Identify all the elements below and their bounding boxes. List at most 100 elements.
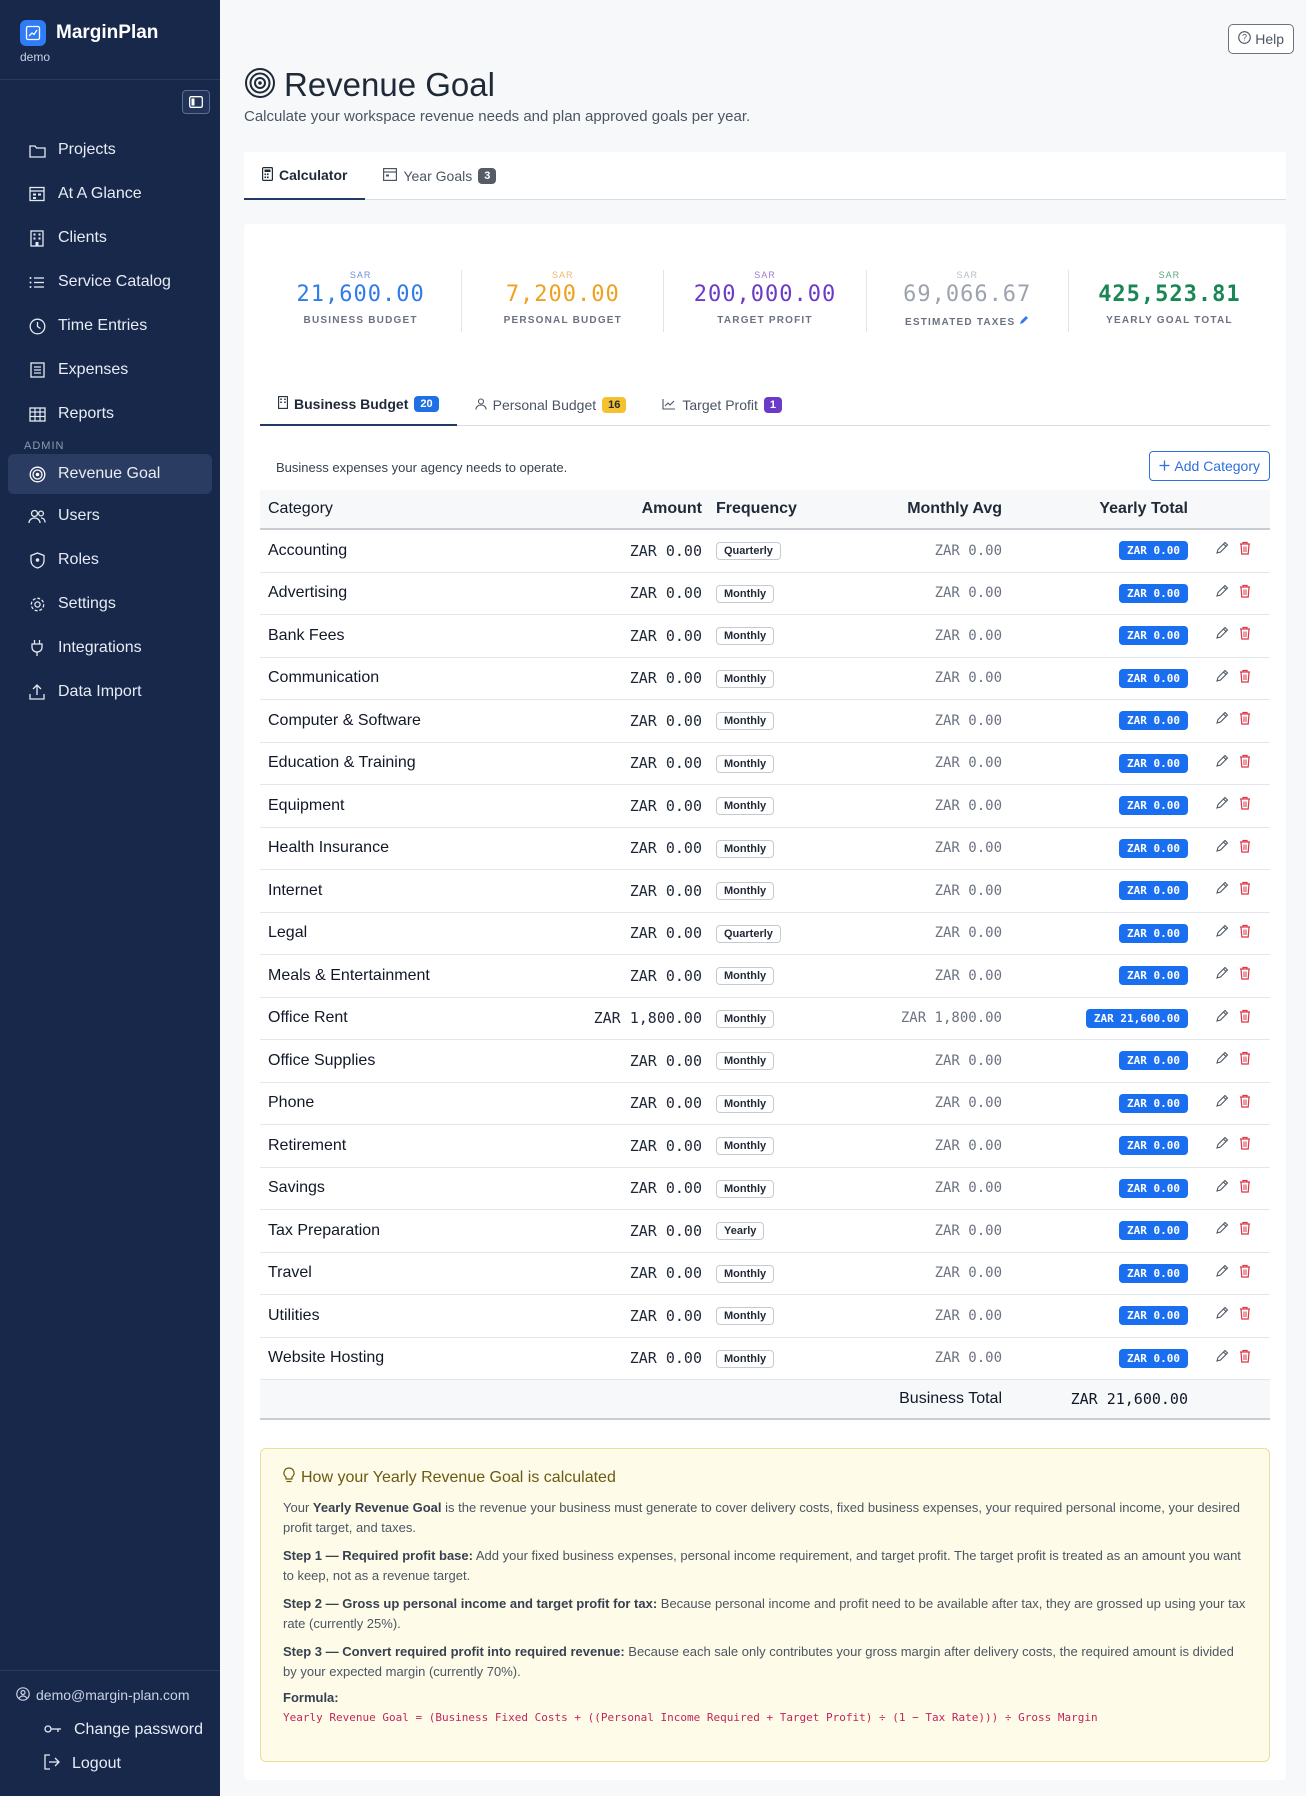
edit-pencil-icon[interactable] — [1215, 796, 1229, 815]
summary-stats: SAR 21,600.00 BUSINESS BUDGET SAR 7,200.… — [260, 270, 1270, 332]
row-yearly-cell: ZAR 0.00 — [1002, 1263, 1196, 1283]
sidebar-item-expenses[interactable]: Expenses — [0, 348, 220, 392]
delete-trash-icon[interactable] — [1239, 1051, 1251, 1070]
delete-trash-icon[interactable] — [1239, 1221, 1251, 1240]
row-frequency-cell: Monthly — [712, 796, 852, 816]
tab-personal-budget[interactable]: Personal Budget 16 — [457, 384, 645, 426]
delete-trash-icon[interactable] — [1239, 796, 1251, 815]
row-monthly-avg: ZAR 0.00 — [934, 585, 1002, 602]
formula-label: Formula: — [283, 1690, 339, 1705]
delete-trash-icon[interactable] — [1239, 839, 1251, 858]
row-amount: ZAR 0.00 — [629, 839, 702, 858]
delete-trash-icon[interactable] — [1239, 711, 1251, 730]
table-row: Meals & Entertainment ZAR 0.00 Monthly ZAR … — [260, 955, 1270, 998]
sidebar-item-settings[interactable]: Settings — [0, 582, 220, 626]
change-password-link[interactable]: Change password — [0, 1713, 220, 1747]
sidebar-item-users[interactable]: Users — [0, 494, 220, 538]
logout-icon — [44, 1753, 60, 1775]
sidebar-item-reports[interactable]: Reports — [0, 392, 220, 436]
row-category: Health Insurance — [268, 839, 389, 857]
collapse-sidebar-button[interactable] — [182, 90, 210, 114]
page-title: Revenue Goal — [284, 66, 495, 103]
add-category-button[interactable]: Add Category — [1149, 451, 1270, 481]
edit-pencil-icon[interactable] — [1215, 754, 1229, 773]
edit-pencil-icon[interactable] — [1215, 1094, 1229, 1113]
edit-pencil-icon[interactable] — [1215, 881, 1229, 900]
delete-trash-icon[interactable] — [1239, 1306, 1251, 1325]
col-amount[interactable]: Amount — [540, 500, 712, 518]
delete-trash-icon[interactable] — [1239, 1094, 1251, 1113]
row-monthly-avg: ZAR 0.00 — [934, 1180, 1002, 1197]
row-amount: ZAR 0.00 — [629, 1306, 702, 1325]
edit-pencil-icon[interactable] — [1215, 1306, 1229, 1325]
app-name[interactable]: MarginPlan — [56, 22, 158, 44]
logout-link[interactable]: Logout — [0, 1747, 220, 1781]
delete-trash-icon[interactable] — [1239, 754, 1251, 773]
tab-calculator[interactable]: Calculator — [244, 152, 366, 200]
edit-pencil-icon[interactable] — [1215, 1179, 1229, 1198]
tab-year-goals[interactable]: Year Goals 3 — [365, 152, 514, 200]
stat-label: PERSONAL BUDGET — [503, 315, 622, 326]
chart-trend-icon[interactable] — [20, 20, 46, 46]
edit-pencil-icon[interactable] — [1215, 1136, 1229, 1155]
sidebar-item-roles[interactable]: Roles — [0, 538, 220, 582]
col-category[interactable]: Category — [260, 500, 540, 518]
stat-yearly-goal-total: SAR 425,523.81 YEARLY GOAL TOTAL — [1069, 270, 1270, 332]
tab-business-budget[interactable]: Business Budget 20 — [260, 384, 457, 426]
col-monthly-avg[interactable]: Monthly Avg — [852, 500, 1002, 518]
calculator-icon — [262, 166, 274, 184]
row-frequency-cell: Monthly — [712, 1306, 852, 1326]
row-yearly-cell: ZAR 0.00 — [1002, 668, 1196, 688]
edit-pencil-icon[interactable] — [1215, 1221, 1229, 1240]
delete-trash-icon[interactable] — [1239, 1349, 1251, 1368]
delete-trash-icon[interactable] — [1239, 1136, 1251, 1155]
sidebar-item-revenue-goal[interactable]: Revenue Goal — [8, 454, 212, 494]
edit-pencil-icon[interactable] — [1215, 1009, 1229, 1028]
user-email-text: demo@margin-plan.com — [36, 1687, 190, 1703]
pencil-icon[interactable] — [1019, 316, 1029, 328]
sidebar-item-at-a-glance[interactable]: At A Glance — [0, 172, 220, 216]
delete-trash-icon[interactable] — [1239, 1179, 1251, 1198]
edit-pencil-icon[interactable] — [1215, 584, 1229, 603]
sidebar-item-service-catalog[interactable]: Service Catalog — [0, 260, 220, 304]
edit-pencil-icon[interactable] — [1215, 966, 1229, 985]
edit-pencil-icon[interactable] — [1215, 541, 1229, 560]
stat-personal-budget: SAR 7,200.00 PERSONAL BUDGET — [462, 270, 665, 332]
frequency-badge: Monthly — [716, 967, 775, 986]
sidebar-item-data-import[interactable]: Data Import — [0, 670, 220, 714]
delete-trash-icon[interactable] — [1239, 584, 1251, 603]
edit-pencil-icon[interactable] — [1215, 669, 1229, 688]
business-count-badge: 20 — [414, 396, 439, 412]
edit-pencil-icon[interactable] — [1215, 1349, 1229, 1368]
yearly-total-badge: ZAR 0.00 — [1119, 1051, 1188, 1071]
edit-pencil-icon[interactable] — [1215, 924, 1229, 943]
sidebar-item-projects[interactable]: Projects — [0, 128, 220, 172]
row-category: Savings — [268, 1179, 325, 1197]
sidebar-item-clients[interactable]: Clients — [0, 216, 220, 260]
col-frequency[interactable]: Frequency — [712, 500, 852, 518]
sidebar-item-integrations[interactable]: Integrations — [0, 626, 220, 670]
stat-estimated-taxes: SAR 69,066.67 ESTIMATED TAXES — [867, 270, 1069, 332]
delete-trash-icon[interactable] — [1239, 669, 1251, 688]
delete-trash-icon[interactable] — [1239, 1009, 1251, 1028]
tab-target-profit[interactable]: Target Profit 1 — [644, 384, 800, 426]
delete-trash-icon[interactable] — [1239, 1264, 1251, 1283]
yearly-total-badge: ZAR 0.00 — [1119, 1093, 1188, 1113]
delete-trash-icon[interactable] — [1239, 626, 1251, 645]
delete-trash-icon[interactable] — [1239, 881, 1251, 900]
edit-pencil-icon[interactable] — [1215, 626, 1229, 645]
edit-pencil-icon[interactable] — [1215, 1051, 1229, 1070]
col-yearly-total[interactable]: Yearly Total — [1002, 500, 1196, 518]
frequency-badge: Monthly — [716, 882, 775, 901]
row-actions — [1196, 966, 1270, 985]
help-button[interactable]: ? Help — [1228, 24, 1294, 54]
delete-trash-icon[interactable] — [1239, 541, 1251, 560]
edit-pencil-icon[interactable] — [1215, 1264, 1229, 1283]
target-icon — [28, 465, 46, 483]
delete-trash-icon[interactable] — [1239, 966, 1251, 985]
sidebar-item-time-entries[interactable]: Time Entries — [0, 304, 220, 348]
edit-pencil-icon[interactable] — [1215, 839, 1229, 858]
edit-pencil-icon[interactable] — [1215, 711, 1229, 730]
row-amount: ZAR 0.00 — [629, 924, 702, 943]
delete-trash-icon[interactable] — [1239, 924, 1251, 943]
